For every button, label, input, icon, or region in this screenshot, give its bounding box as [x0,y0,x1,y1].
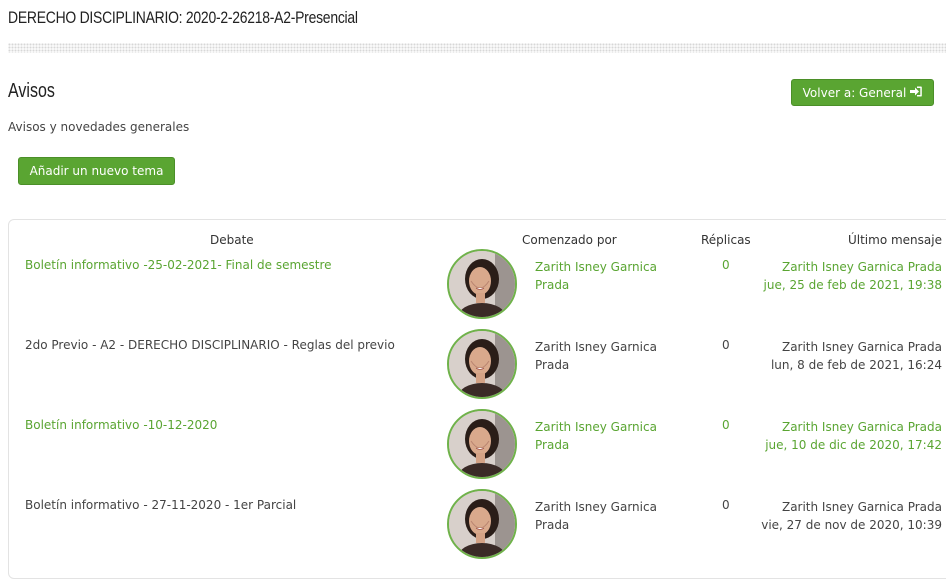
topic-link[interactable]: Boletín informativo - 27-11-2020 - 1er P… [25,498,296,512]
back-to-general-button[interactable]: Volver a: General [791,79,934,106]
author-link[interactable]: Zarith Isney Garnica Prada [535,498,670,534]
last-post-date: vie, 27 de nov de 2020, 10:39 [761,518,942,532]
last-post-date: jue, 10 de dic de 2020, 17:42 [765,438,942,452]
author-second-line: Prada [535,278,570,292]
last-post[interactable]: Zarith Isney Garnica Prada jue, 25 de feb… [764,258,942,294]
reply-count[interactable]: 0 [722,498,730,512]
reply-count[interactable]: 0 [722,258,730,272]
author-avatar[interactable] [447,329,517,399]
author-first-line: Zarith Isney Garnica [535,340,657,354]
last-post[interactable]: Zarith Isney Garnica Prada vie, 27 de nov… [761,498,942,534]
author-first-line: Zarith Isney Garnica [535,500,657,514]
author-second-line: Prada [535,358,570,372]
author-second-line: Prada [535,518,570,532]
author-avatar[interactable] [447,409,517,479]
last-post-author: Zarith Isney Garnica Prada [781,420,942,434]
sign-in-arrow-icon [910,86,923,100]
table-row: Boletín informativo -25-02-2021- Final d… [0,249,946,338]
author-link[interactable]: Zarith Isney Garnica Prada [535,418,670,454]
author-first-line: Zarith Isney Garnica [535,420,657,434]
column-header-debate[interactable]: Debate [210,233,254,247]
last-post-date: jue, 25 de feb de 2021, 19:38 [763,278,942,292]
author-avatar[interactable] [447,249,517,319]
table-row: 2do Previo - A2 - DERECHO DISCIPLINARIO … [0,329,946,418]
last-post[interactable]: Zarith Isney Garnica Prada lun, 8 de feb … [771,338,942,374]
course-title: DERECHO DISCIPLINARIO: 2020-2-26218-A2-P… [8,8,358,27]
column-header-last-post[interactable]: Último mensaje [848,233,942,247]
author-avatar[interactable] [447,489,517,559]
reply-count[interactable]: 0 [722,338,730,352]
topic-link[interactable]: Boletín informativo -25-02-2021- Final d… [25,258,332,272]
forum-description: Avisos y novedades generales [8,120,190,134]
author-second-line: Prada [535,438,570,452]
header-separator [8,43,946,53]
author-link[interactable]: Zarith Isney Garnica Prada [535,338,670,374]
topic-link[interactable]: 2do Previo - A2 - DERECHO DISCIPLINARIO … [25,338,395,352]
table-row: Boletín informativo - 27-11-2020 - 1er P… [0,489,946,578]
last-post-author: Zarith Isney Garnica Prada [781,260,942,274]
last-post-author: Zarith Isney Garnica Prada [781,340,942,354]
table-row: Boletín informativo -10-12-2020 Zarith Is… [0,409,946,498]
last-post-date: lun, 8 de feb de 2021, 16:24 [770,358,942,372]
reply-count[interactable]: 0 [722,418,730,432]
topic-link[interactable]: Boletín informativo -10-12-2020 [25,418,217,432]
last-post[interactable]: Zarith Isney Garnica Prada jue, 10 de dic… [765,418,942,454]
back-button-label: Volver a: General [802,85,907,100]
column-header-started-by[interactable]: Comenzado por [522,233,617,247]
add-topic-button[interactable]: Añadir un nuevo tema [18,157,175,185]
page-title: Avisos [8,80,55,102]
column-header-replies[interactable]: Réplicas [701,233,751,247]
author-link[interactable]: Zarith Isney Garnica Prada [535,258,670,294]
last-post-author: Zarith Isney Garnica Prada [781,500,942,514]
author-first-line: Zarith Isney Garnica [535,260,657,274]
